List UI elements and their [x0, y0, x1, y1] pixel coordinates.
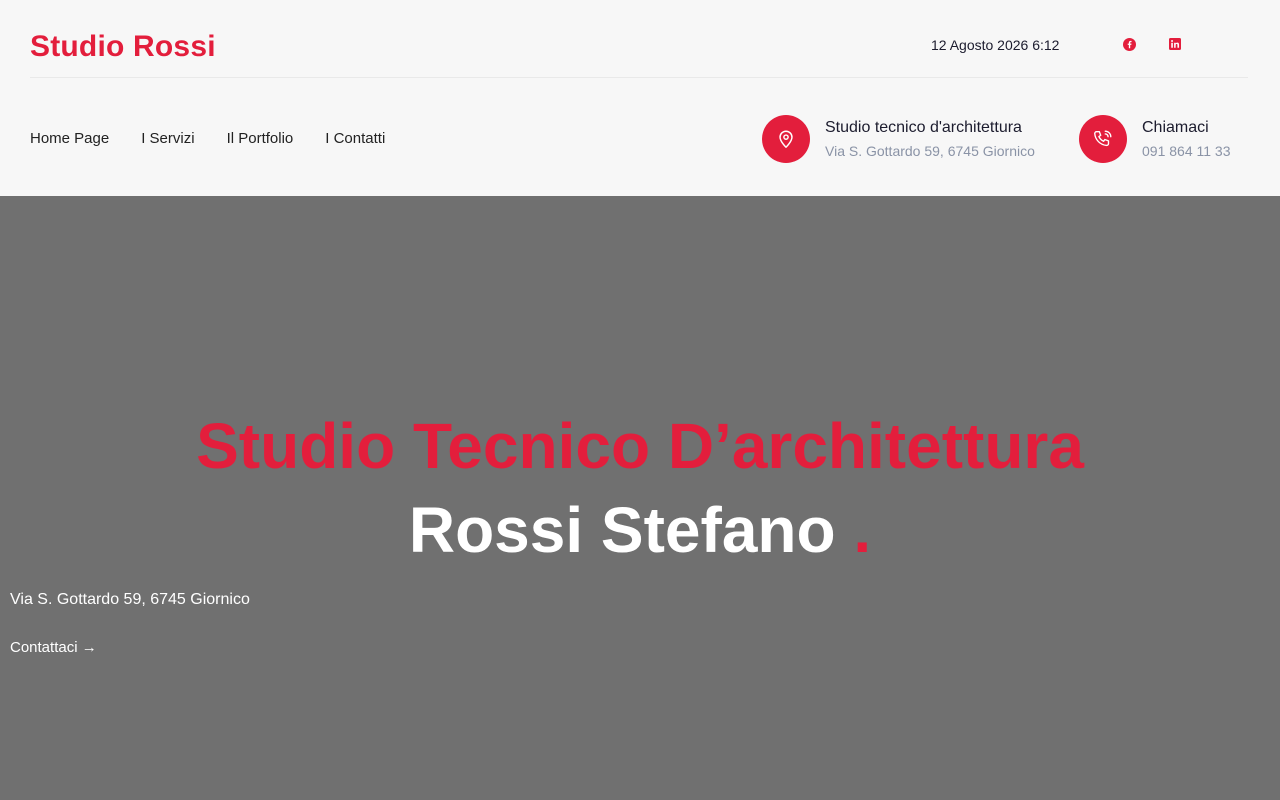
top-bar: Studio Rossi 12 Agosto 2026 6:12 [30, 0, 1248, 78]
phone-number[interactable]: 091 864 11 33 [1142, 143, 1231, 159]
address-subtitle: Via S. Gottardo 59, 6745 Giornico [825, 143, 1035, 159]
current-datetime: 12 Agosto 2026 6:12 [931, 37, 1060, 53]
phone-info-box[interactable]: Chiamaci 091 864 11 33 [1079, 115, 1231, 163]
nav-item-portfolio[interactable]: Il Portfolio [227, 130, 294, 147]
site-header: Studio Rossi 12 Agosto 2026 6:12 Home Pa… [0, 0, 1280, 196]
contact-cta-label: Contattaci [10, 639, 78, 656]
hero-subtitle: Rossi Stefano . [0, 494, 1280, 566]
site-logo[interactable]: Studio Rossi [30, 30, 216, 64]
contact-cta-link[interactable]: Contattaci → [10, 639, 97, 656]
hero-address: Via S. Gottardo 59, 6745 Giornico [10, 591, 250, 608]
linkedin-icon[interactable] [1167, 36, 1183, 52]
hero-section: Studio Tecnico D’architettura Rossi Stef… [0, 196, 1280, 800]
address-title: Studio tecnico d'architettura [825, 119, 1022, 136]
hero-subtitle-text: Rossi Stefano [408, 494, 836, 566]
address-info-box: Studio tecnico d'architettura Via S. Got… [762, 115, 1035, 163]
hero-title: Studio Tecnico D’architettura [196, 410, 1084, 482]
hero-subtitle-dot: . [853, 494, 872, 566]
facebook-icon[interactable] [1121, 36, 1137, 52]
phone-icon [1079, 115, 1127, 163]
nav-item-servizi[interactable]: I Servizi [141, 130, 194, 147]
phone-title: Chiamaci [1142, 119, 1209, 136]
map-pin-icon [762, 115, 810, 163]
arrow-right-icon: → [81, 639, 97, 656]
nav-item-contatti[interactable]: I Contatti [325, 130, 385, 147]
main-nav: Home Page I Servizi Il Portfolio I Conta… [30, 130, 417, 147]
nav-item-home[interactable]: Home Page [30, 130, 109, 147]
